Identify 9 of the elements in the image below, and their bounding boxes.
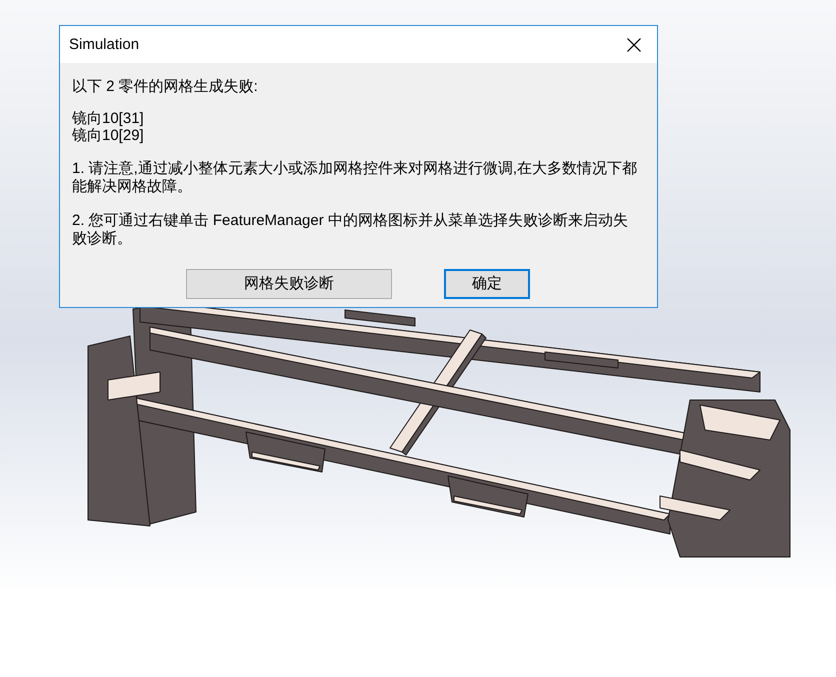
note-text: 2. 您可通过右键单击 FeatureManager 中的网格图标并从菜单选择失败诊断来启动失败诊断。	[72, 212, 629, 248]
diagnose-button[interactable]: 网格失败诊断	[186, 269, 392, 299]
note-text: 1. 请注意,通过减小整体元素大小或添加网格控件来对网格进行微调,在大多数情况下都能解决网格故障。	[72, 160, 638, 196]
failure-message: 以下 2 零件的网格生成失败:	[72, 77, 259, 97]
ok-button[interactable]: 确定	[444, 269, 530, 299]
close-icon	[627, 38, 641, 52]
failed-part-name: 镜向10[31]	[72, 110, 145, 127]
failed-part-name: 镜向10[29]	[72, 127, 145, 144]
window-title: Simulation	[69, 34, 140, 54]
